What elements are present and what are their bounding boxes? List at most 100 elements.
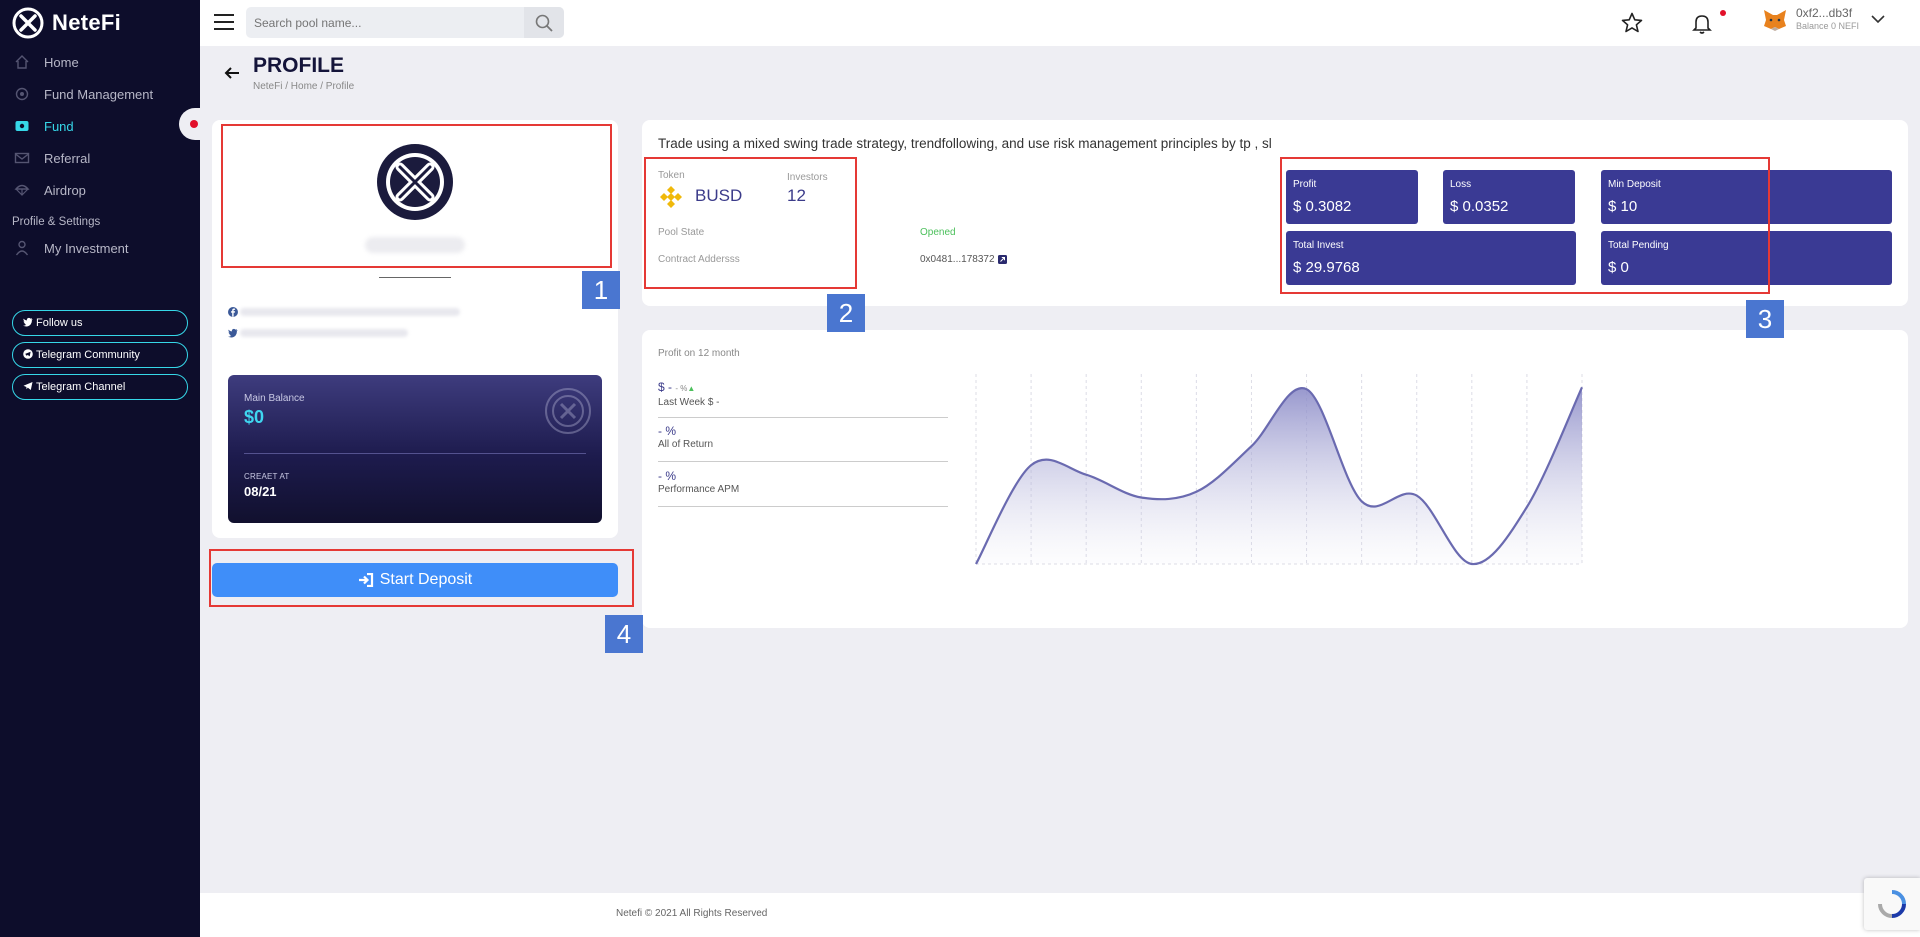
social-label: Telegram Channel — [36, 381, 126, 393]
main-balance-card: Main Balance $0 CREAET AT 08/21 — [228, 375, 602, 523]
sidebar-item-label: My Investment — [44, 240, 129, 256]
sidebar-item-airdrop[interactable]: Airdrop — [0, 174, 200, 206]
section-label-profile-settings: Profile & Settings — [12, 216, 101, 228]
coin-watermark-icon — [545, 388, 591, 434]
metric-label: Last Week $ - — [658, 397, 720, 408]
telegram-channel-button[interactable]: Telegram Channel — [12, 374, 188, 400]
follow-us-button[interactable]: Follow us — [12, 310, 188, 336]
annotation-number-1: 1 — [582, 271, 620, 309]
bell-icon[interactable] — [1690, 11, 1714, 35]
social-label: Follow us — [36, 317, 83, 329]
search-icon — [535, 14, 553, 32]
facebook-icon — [228, 307, 238, 317]
sidebar-item-label: Airdrop — [44, 182, 86, 198]
sidebar-item-home[interactable]: Home — [0, 46, 200, 78]
metric-label: All of Return — [658, 439, 714, 450]
chart-data-point — [1580, 385, 1584, 389]
chart-data-point — [1249, 444, 1253, 448]
parachute-icon — [14, 182, 30, 198]
breadcrumb: NeteFi / Home / Profile — [253, 81, 355, 92]
sidebar: NeteFi Home Fund Management Fund Referra… — [0, 0, 201, 937]
facebook-link[interactable] — [228, 307, 460, 317]
chart-area-fill — [976, 387, 1582, 565]
top-bar: 0xf2...db3f Balance 0 NEFI — [200, 0, 1920, 46]
wallet-balance: Balance 0 NEFI — [1796, 21, 1860, 31]
telegram-icon — [23, 348, 33, 362]
metamask-fox-icon — [1764, 10, 1786, 31]
balance-divider — [244, 453, 586, 454]
footer: Netefi © 2021 All Rights Reserved — [200, 893, 1920, 937]
active-indicator-dot — [190, 120, 198, 128]
chart-data-point — [1470, 562, 1474, 566]
metric-percent: - % — [675, 384, 688, 393]
send-icon — [23, 381, 33, 394]
twitter-link[interactable] — [228, 328, 408, 338]
strategy-description: Trade using a mixed swing trade strategy… — [658, 136, 1272, 151]
search-button[interactable] — [524, 7, 564, 38]
sidebar-item-fund-management[interactable]: Fund Management — [0, 78, 200, 110]
search-input[interactable] — [254, 7, 524, 38]
page-title: PROFILE — [253, 54, 345, 77]
envelope-icon — [14, 150, 30, 166]
recaptcha-badge[interactable] — [1864, 878, 1920, 930]
pool-state-value: Opened — [920, 227, 956, 238]
name-underline — [379, 277, 451, 278]
chart-data-point — [974, 562, 978, 566]
social-label: Telegram Community — [36, 349, 140, 361]
logo[interactable]: NeteFi — [12, 6, 121, 40]
last-week-metric: $ - - %▲ Last Week $ - — [658, 380, 948, 418]
sidebar-item-label: Fund Management — [44, 86, 154, 102]
chart-data-point — [1415, 494, 1419, 498]
recaptcha-icon — [1878, 890, 1906, 918]
metric-value: - % — [658, 469, 676, 483]
main-balance-label: Main Balance — [244, 393, 305, 404]
chart-data-point — [1305, 387, 1309, 391]
all-of-return-metric: - % All of Return — [658, 424, 948, 462]
sidebar-nav: Home Fund Management Fund Referral Airdr… — [0, 46, 200, 264]
chart-data-point — [1525, 505, 1529, 509]
annotation-box-2 — [644, 157, 857, 289]
metric-value: $ - — [658, 380, 676, 394]
metric-label: Performance APM — [658, 484, 740, 495]
annotation-box-3 — [1280, 157, 1770, 294]
back-arrow-icon[interactable] — [224, 65, 240, 81]
sidebar-item-label: Home — [44, 54, 79, 70]
chart-data-point — [1084, 473, 1088, 477]
telegram-community-button[interactable]: Telegram Community — [12, 342, 188, 368]
contract-address-link[interactable]: 0x0481...178372 — [920, 254, 1007, 265]
menu-icon[interactable] — [214, 14, 234, 30]
gear-icon — [14, 86, 30, 102]
star-icon[interactable] — [1620, 11, 1644, 35]
logo-text: NeteFi — [52, 10, 122, 35]
profit-area-chart — [974, 374, 1584, 566]
chart-data-point — [1194, 490, 1198, 494]
home-icon — [14, 54, 30, 70]
notification-dot — [1720, 10, 1726, 16]
chevron-down-icon — [1871, 15, 1885, 24]
sidebar-item-referral[interactable]: Referral — [0, 142, 200, 174]
up-arrow-icon: ▲ — [687, 384, 696, 393]
wallet-icon — [14, 118, 30, 134]
annotation-box-1 — [221, 124, 612, 268]
annotation-box-4 — [209, 549, 634, 607]
sidebar-item-my-investment[interactable]: My Investment — [0, 232, 200, 264]
search-bar — [246, 7, 564, 38]
created-label: CREAET AT — [244, 472, 290, 481]
external-link-icon — [997, 255, 1007, 264]
annotation-number-2: 2 — [827, 294, 865, 332]
performance-apm-metric: - % Performance APM — [658, 469, 948, 507]
wallet-address: 0xf2...db3f — [1796, 6, 1853, 20]
metric-value: - % — [658, 424, 676, 438]
chart-data-point — [1360, 499, 1364, 503]
sidebar-item-fund[interactable]: Fund — [0, 110, 200, 142]
footer-copyright: Netefi © 2021 All Rights Reserved — [616, 908, 768, 919]
wallet-dropdown[interactable]: 0xf2...db3f Balance 0 NEFI — [1762, 6, 1885, 32]
chart-data-point — [1029, 463, 1033, 467]
chart-data-point — [1139, 496, 1143, 500]
created-value: 08/21 — [244, 484, 277, 499]
contract-address-value: 0x0481...178372 — [920, 254, 995, 265]
sidebar-item-label: Referral — [44, 150, 91, 166]
twitter-icon — [23, 317, 33, 330]
person-icon — [14, 240, 30, 256]
sidebar-item-label: Fund — [44, 118, 74, 134]
